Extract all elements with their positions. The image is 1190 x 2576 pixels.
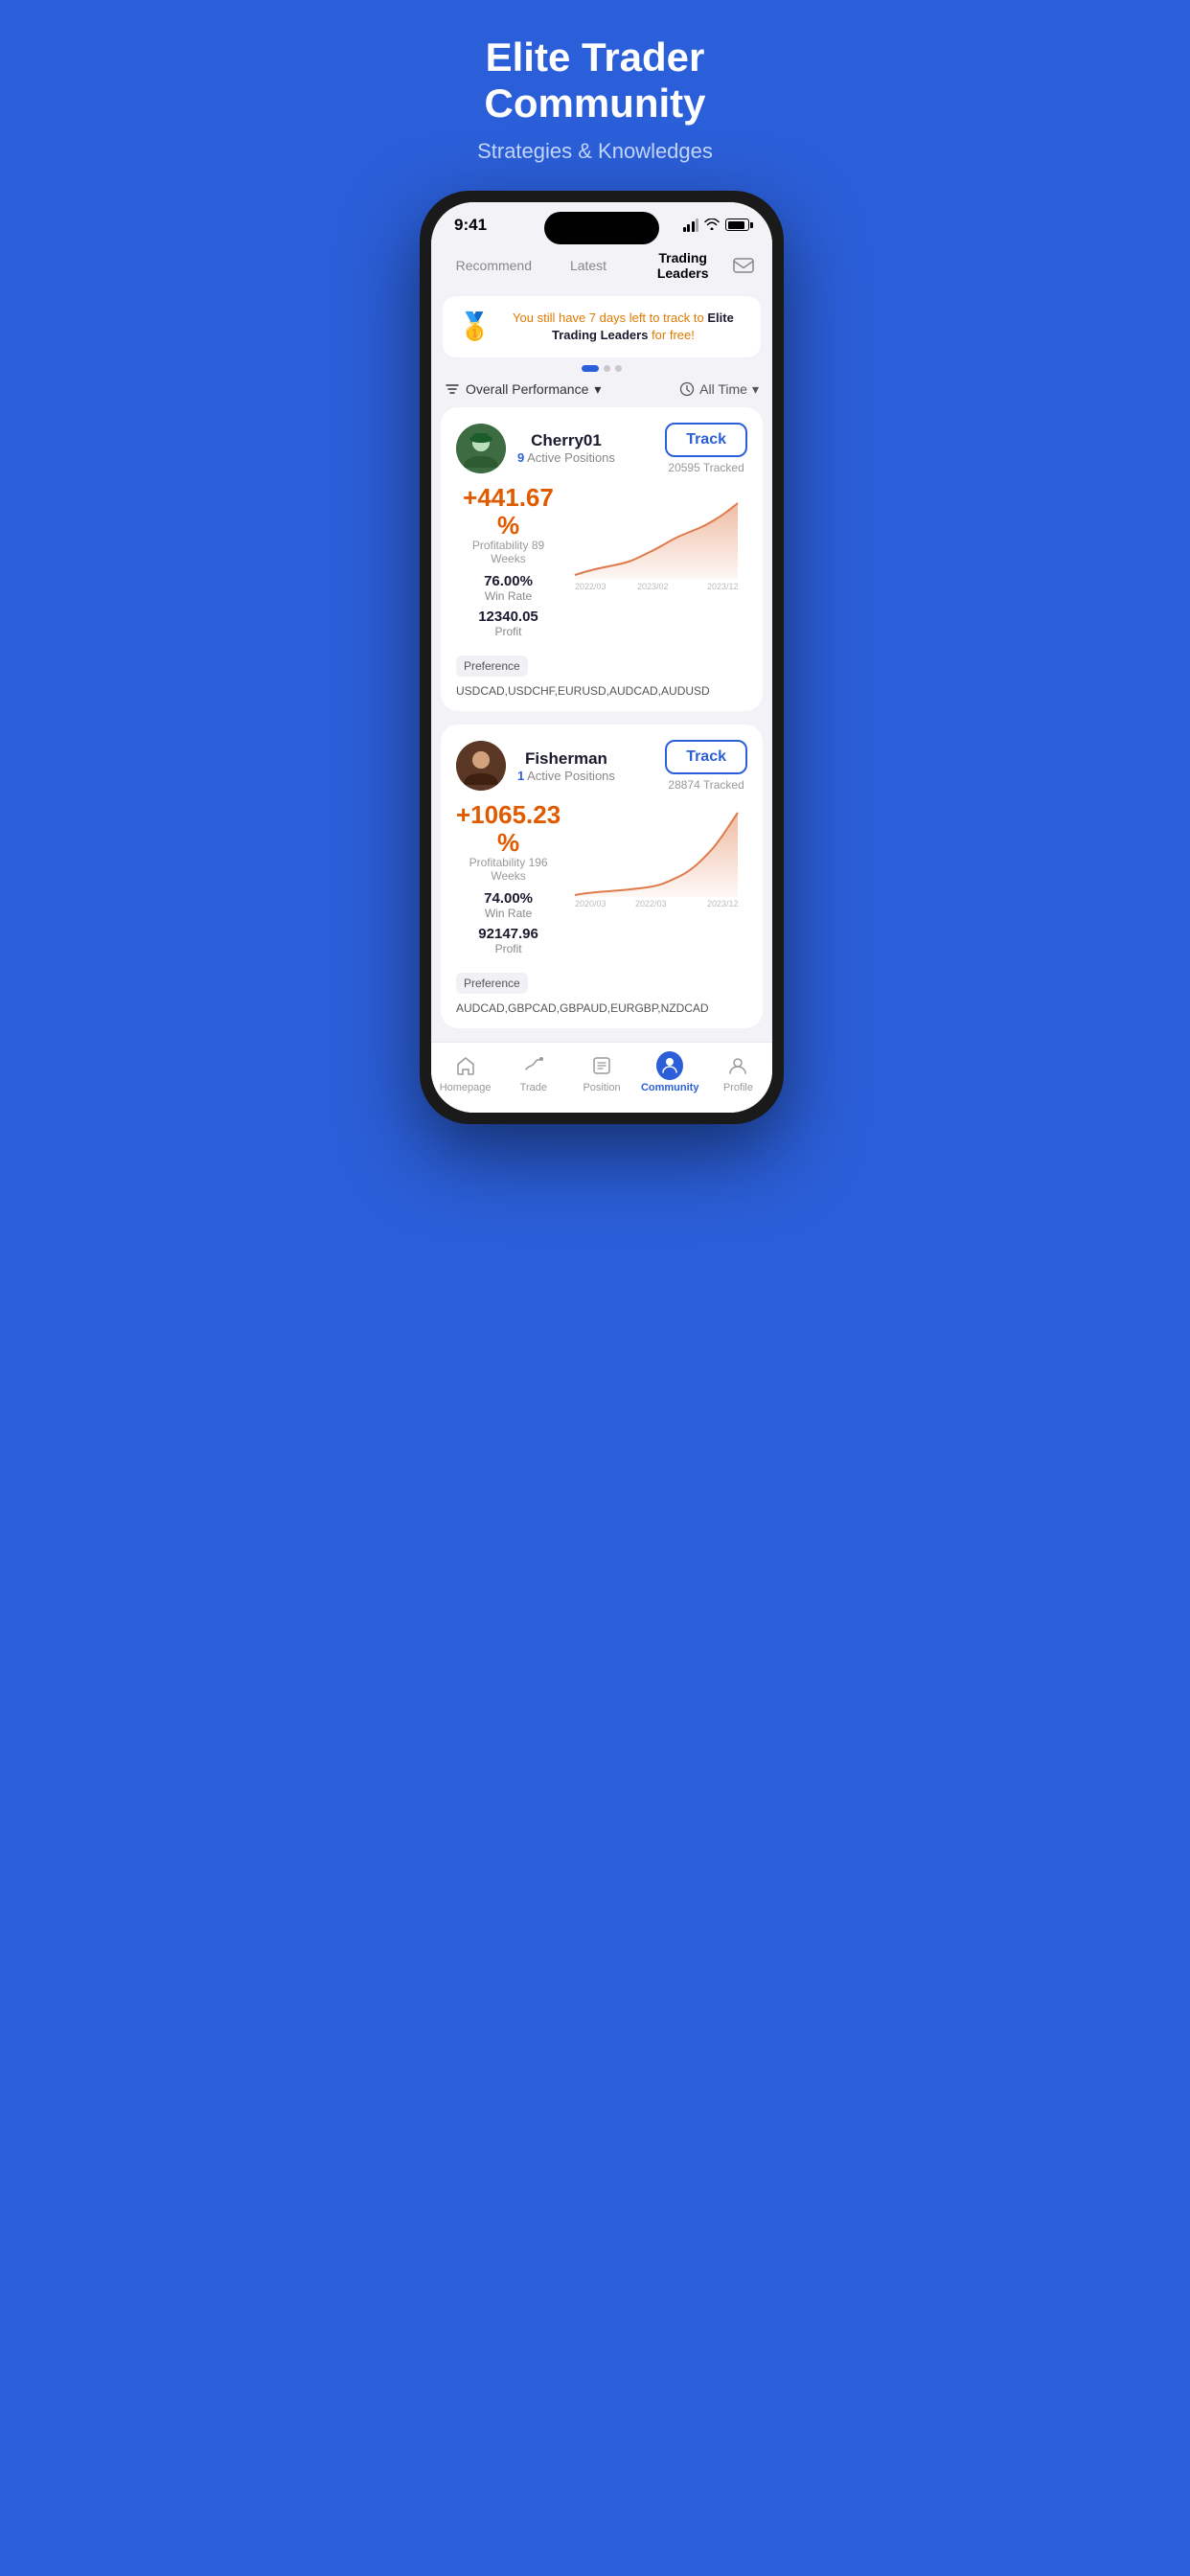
- user-info-cherry01: Cherry01 9 Active Positions: [456, 424, 615, 473]
- phone-frame: 9:41: [420, 191, 784, 1125]
- battery-icon: [725, 218, 749, 231]
- chart-cherry01: 2022/03 2023/02 2023/12: [570, 484, 747, 644]
- win-rate-label-cherry01: Win Rate: [456, 589, 561, 603]
- positions-fisherman: 1 Active Positions: [517, 769, 615, 783]
- win-rate-label-fisherman: Win Rate: [456, 907, 561, 920]
- nav-trade-label: Trade: [520, 1082, 547, 1093]
- clock-icon: [679, 381, 695, 397]
- tracked-count-cherry01: 20595 Tracked: [668, 461, 744, 474]
- time-filter[interactable]: All Time ▾: [679, 381, 759, 398]
- svg-text:2022/03: 2022/03: [635, 899, 667, 907]
- profit-weeks-fisherman: Profitability 196 Weeks: [456, 856, 561, 883]
- nav-profile[interactable]: Profile: [704, 1052, 772, 1093]
- wifi-icon: [704, 218, 720, 233]
- status-bar: 9:41: [431, 202, 772, 241]
- username-fisherman: Fisherman: [517, 749, 615, 769]
- svg-text:2023/12: 2023/12: [707, 582, 739, 589]
- carousel-dots: [431, 365, 772, 372]
- track-button-fisherman[interactable]: Track: [665, 740, 747, 774]
- avatar-cherry01: [456, 424, 506, 473]
- tab-latest[interactable]: Latest: [541, 254, 636, 277]
- trader-card-cherry01: Cherry01 9 Active Positions Track 20595 …: [441, 407, 763, 711]
- track-block-fisherman: Track 28874 Tracked: [665, 740, 747, 792]
- stats-fisherman: +1065.23 % Profitability 196 Weeks 74.00…: [456, 801, 561, 961]
- tab-recommend[interactable]: Recommend: [446, 254, 541, 277]
- community-icon: [656, 1052, 683, 1079]
- position-count-cherry01: 9: [517, 450, 524, 465]
- trader-card-fisherman: Fisherman 1 Active Positions Track 28874…: [441, 724, 763, 1028]
- nav-homepage[interactable]: Homepage: [431, 1052, 499, 1093]
- position-count-fisherman: 1: [517, 769, 524, 783]
- profit-weeks-cherry01: Profitability 89 Weeks: [456, 539, 561, 565]
- win-rate-fisherman: 74.00%: [456, 890, 561, 907]
- svg-text:2022/03: 2022/03: [575, 582, 606, 589]
- profit-value-cherry01: 12340.05: [456, 609, 561, 625]
- performance-label: Overall Performance: [466, 381, 588, 397]
- svg-text:2023/12: 2023/12: [707, 899, 739, 907]
- bottom-nav: Homepage Trade: [431, 1042, 772, 1113]
- nav-community-label: Community: [641, 1082, 699, 1093]
- preference-row-fisherman: Preference AUDCAD,GBPCAD,GBPAUD,EURGBP,N…: [456, 973, 747, 1015]
- filter-row: Overall Performance ▾ All Time ▾: [445, 381, 759, 398]
- nav-homepage-label: Homepage: [440, 1082, 492, 1093]
- dot-2: [615, 365, 622, 372]
- nav-trade[interactable]: Trade: [499, 1052, 567, 1093]
- track-button-cherry01[interactable]: Track: [665, 423, 747, 457]
- profit-pct-fisherman: +1065.23 %: [456, 801, 561, 856]
- preference-badge-cherry01: Preference: [456, 656, 528, 677]
- hero-subtitle: Strategies & Knowledges: [420, 139, 770, 164]
- nav-profile-label: Profile: [723, 1082, 753, 1093]
- promo-banner: 🥇 You still have 7 days left to track to…: [443, 296, 761, 357]
- signal-icon: [683, 218, 699, 232]
- trade-icon: [520, 1052, 547, 1079]
- dot-active: [582, 365, 599, 372]
- track-block-cherry01: Track 20595 Tracked: [665, 423, 747, 474]
- phone-screen: 9:41: [431, 202, 772, 1114]
- time-chevron-icon: ▾: [752, 381, 759, 398]
- stats-cherry01: +441.67 % Profitability 89 Weeks 76.00% …: [456, 484, 561, 644]
- position-label-cherry01: Active Positions: [527, 450, 615, 465]
- position-icon: [588, 1052, 615, 1079]
- dot-1: [604, 365, 610, 372]
- banner-icon: 🥇: [458, 310, 492, 342]
- user-info-fisherman: Fisherman 1 Active Positions: [456, 741, 615, 791]
- chart-fisherman: 2020/03 2022/03 2023/12: [570, 801, 747, 961]
- banner-end-text: for free!: [648, 328, 694, 342]
- dynamic-island: [544, 212, 659, 244]
- preference-row-cherry01: Preference USDCAD,USDCHF,EURUSD,AUDCAD,A…: [456, 656, 747, 698]
- hero-section: Elite TraderCommunity Strategies & Knowl…: [397, 0, 793, 1124]
- username-cherry01: Cherry01: [517, 431, 615, 450]
- profile-icon: [724, 1052, 751, 1079]
- avatar-fisherman: [456, 741, 506, 791]
- svg-text:2020/03: 2020/03: [575, 899, 606, 907]
- profit-label-cherry01: Profit: [456, 625, 561, 638]
- filter-icon: [445, 381, 460, 397]
- preference-badge-fisherman: Preference: [456, 973, 528, 994]
- banner-text: You still have 7 days left to track to E…: [501, 310, 745, 344]
- svg-text:2023/02: 2023/02: [637, 582, 669, 589]
- preference-pairs-fisherman: AUDCAD,GBPCAD,GBPAUD,EURGBP,NZDCAD: [456, 1001, 709, 1015]
- app-nav-tabs: Recommend Latest Trading Leaders: [431, 241, 772, 288]
- profit-label-fisherman: Profit: [456, 942, 561, 955]
- tracked-count-fisherman: 28874 Tracked: [668, 778, 744, 792]
- tab-trading-leaders[interactable]: Trading Leaders: [635, 246, 730, 285]
- hero-title: Elite TraderCommunity: [420, 34, 770, 127]
- nav-community[interactable]: Community: [636, 1052, 704, 1093]
- time-label: All Time: [699, 381, 747, 397]
- profit-value-fisherman: 92147.96: [456, 926, 561, 942]
- preference-pairs-cherry01: USDCAD,USDCHF,EURUSD,AUDCAD,AUDUSD: [456, 684, 710, 698]
- nav-position[interactable]: Position: [567, 1052, 635, 1093]
- performance-chevron-icon: ▾: [594, 381, 601, 398]
- profit-pct-cherry01: +441.67 %: [456, 484, 561, 539]
- status-time: 9:41: [454, 216, 487, 235]
- position-label-fisherman: Active Positions: [527, 769, 615, 783]
- mail-icon[interactable]: [730, 252, 757, 279]
- banner-orange-text: You still have 7 days left to track to: [513, 310, 707, 325]
- home-icon: [452, 1052, 479, 1079]
- performance-filter[interactable]: Overall Performance ▾: [445, 381, 601, 398]
- nav-position-label: Position: [583, 1082, 620, 1093]
- status-icons: [683, 218, 750, 233]
- positions-cherry01: 9 Active Positions: [517, 450, 615, 465]
- win-rate-cherry01: 76.00%: [456, 573, 561, 589]
